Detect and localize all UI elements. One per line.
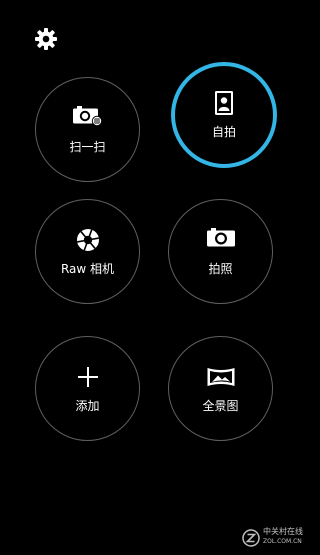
mode-raw-camera-button[interactable]: Raw 相机 <box>35 199 140 304</box>
selfie-portrait-icon <box>215 91 233 115</box>
mode-selfie-button[interactable]: 自拍 <box>171 62 277 168</box>
mode-label: 扫一扫 <box>69 140 106 154</box>
camera-icon <box>206 228 235 247</box>
mode-label: 拍照 <box>208 262 233 276</box>
scan-camera-icon <box>72 106 102 126</box>
plus-icon <box>77 367 98 387</box>
mode-photo-button[interactable]: 拍照 <box>168 199 273 304</box>
aperture-icon <box>76 229 99 251</box>
zol-logo-icon <box>242 529 260 547</box>
watermark: 中关村在线 ZOL.COM.CN <box>242 527 308 549</box>
gear-icon <box>35 28 57 50</box>
mode-label: 自拍 <box>211 125 236 139</box>
panorama-icon <box>207 368 234 386</box>
mode-add-button[interactable]: 添加 <box>35 336 140 441</box>
mode-panorama-button[interactable]: 全景图 <box>168 336 273 441</box>
watermark-domain: ZOL.COM.CN <box>263 538 302 545</box>
mode-label: 全景图 <box>202 399 239 413</box>
watermark-brand: 中关村在线 <box>263 527 303 536</box>
mode-scan-button[interactable]: 扫一扫 <box>35 77 140 182</box>
mode-label: Raw 相机 <box>60 262 115 276</box>
settings-button[interactable] <box>34 27 58 51</box>
mode-label: 添加 <box>75 399 100 413</box>
